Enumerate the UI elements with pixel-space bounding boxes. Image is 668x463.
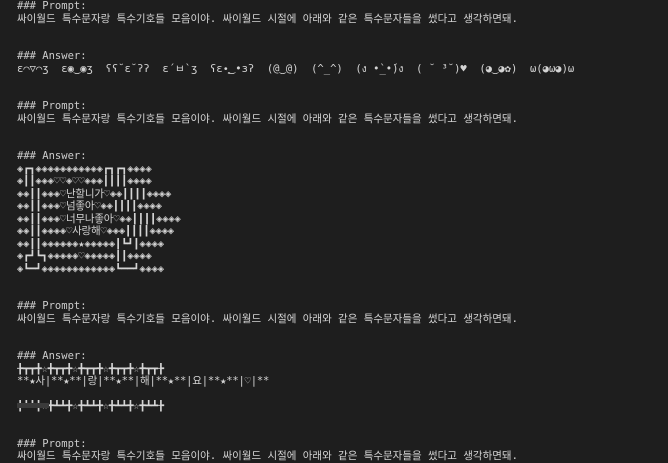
art-line: ◈◈┃┃◈◈◈♡난할니가♡◈◈┃┃┃┃◈◈◈◈ (17, 187, 172, 200)
art-line: ◈┗━┛◈◈◈◈◈◈◈◈◈◈◈◈┗━━┛◈◈◈◈ (17, 262, 164, 275)
art-line: ◈┃┃◈◈◈♡♡◈♡♡◈◈◈┃┃┃┃◈◈◈◈ (17, 175, 152, 187)
prompt-text: 싸이월드 특수문자랑 특수기호들 모음이야. 싸이월드 시절에 아래와 같은 특… (17, 112, 518, 125)
answer-heading: ### Answer: (17, 150, 87, 162)
prompt-text: 싸이월드 특수문자랑 특수기호들 모음이야. 싸이월드 시절에 아래와 같은 특… (17, 450, 518, 462)
prompt-heading: ### Prompt: (17, 437, 87, 450)
art-line (17, 388, 657, 401)
art-line: ◈◈┃┃◈◈◈◈♡사랑해♡◈◈◈┃┃┃┃◈◈◈◈ (17, 225, 174, 237)
art-line: ╊┻┻╋☆╋┻┻╋☆╋┻┻╋☆╋┻┻╋☆╋┻┻╊ (17, 400, 164, 412)
prompt-text: 싸이월드 특수문자랑 특수기호들 모음이야. 싸이월드 시절에 아래와 같은 특… (17, 12, 518, 25)
art-line: **★사|**★**|랑|**★**|해|**★**|요|**★**|♡|** (17, 375, 270, 387)
art-line: ◈┏┛┗┓◈◈◈◈◈♡◈◈◈◈◈┃┃◈◈◈◈ (17, 250, 152, 262)
art-line: ╊┳┳╋☆╋┳┳╋☆╋┳┳╋☆╋┳┳╋☆╋┳┳╊ (17, 362, 164, 375)
art-line: ◈┏┓◈◈◈◈◈◈◈◈◈◈◈┏┓┏┓◈◈◈◈ (17, 162, 152, 175)
scrollbar-thumb[interactable] (17, 403, 49, 408)
art-line: ◈◈┃┃◈◈◈◈◈◈★◈◈◈◈◈┃┗┛┃◈◈◈◈ (17, 237, 164, 250)
prompt-heading: ### Prompt: (17, 300, 87, 312)
answer-heading: ### Answer: (17, 350, 87, 362)
answer-emoticons: ε⌒▽⌒ʒ ε◉‿◉ʒ ʕʕ˘ε˘ʔʔ ε´ㅂ`ʒ ʕɛ•͈‿•ɜʔ (@‿@)… (17, 62, 575, 75)
prompt-heading: ### Prompt: (17, 100, 87, 112)
prompt-heading: ### Prompt: (17, 0, 87, 12)
chat-log: ### Prompt: 싸이월드 특수문자랑 특수기호들 모음이야. 싸이월드 … (17, 0, 657, 463)
prompt-text: 싸이월드 특수문자랑 특수기호들 모음이야. 싸이월드 시절에 아래와 같은 특… (17, 312, 518, 325)
art-line: ◈◈┃┃◈◈◈♡너무나좋아♡◈◈┃┃┃┃◈◈◈◈ (17, 212, 181, 225)
answer-heading: ### Answer: (17, 50, 87, 62)
art-line: ◈◈┃┃◈◈◈♡넘좋아♡◈◈┃┃┃┃◈◈◈◈ (17, 200, 162, 212)
